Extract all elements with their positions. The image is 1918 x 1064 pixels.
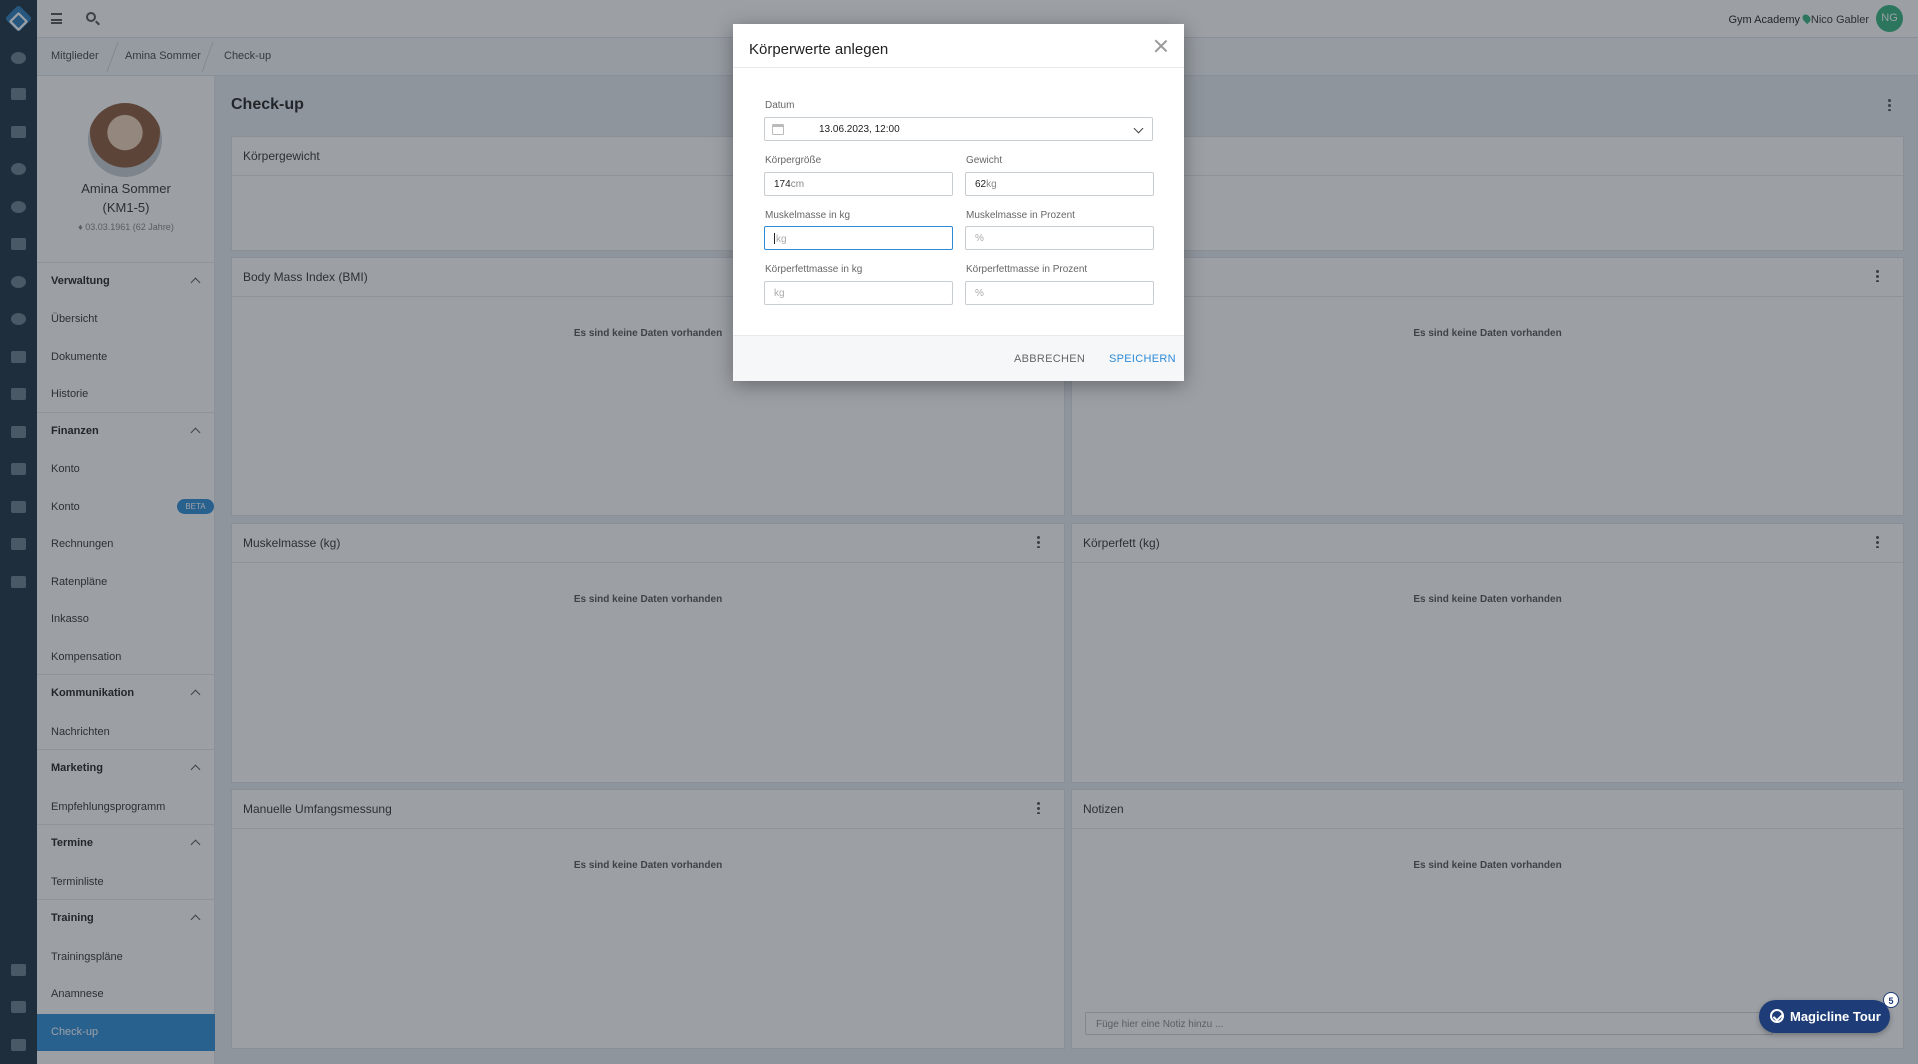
check-circle-icon xyxy=(1770,1009,1784,1023)
weight-unit: kg xyxy=(986,179,997,190)
dialog-divider xyxy=(733,67,1184,68)
body-values-dialog: Körperwerte anlegen Datum 13.06.2023, 12… xyxy=(733,24,1184,381)
height-label: Körpergröße xyxy=(765,155,822,166)
fat-pct-field[interactable]: % xyxy=(965,281,1154,305)
weight-label: Gewicht xyxy=(966,155,1003,166)
date-select[interactable]: 13.06.2023, 12:00 xyxy=(764,117,1153,141)
close-icon[interactable] xyxy=(1153,38,1169,54)
save-button[interactable]: SPEICHERN xyxy=(1109,353,1176,365)
tour-count-badge: 5 xyxy=(1883,992,1899,1008)
muscle-kg-label: Muskelmasse in kg xyxy=(765,210,851,221)
height-unit: cm xyxy=(790,179,805,190)
fat-kg-field[interactable]: kg xyxy=(764,281,953,305)
fat-pct-label: Körperfettmasse in Prozent xyxy=(966,264,1088,275)
text-cursor xyxy=(774,233,775,244)
date-label: Datum xyxy=(765,100,795,111)
height-value: 174 xyxy=(774,179,791,190)
weight-value: 62 xyxy=(975,179,987,190)
cancel-button[interactable]: ABBRECHEN xyxy=(1014,353,1085,365)
muscle-kg-placeholder: kg xyxy=(776,234,787,245)
tour-label: Magicline Tour xyxy=(1790,1009,1881,1024)
chevron-down-icon xyxy=(1133,123,1144,134)
muscle-pct-placeholder: % xyxy=(975,233,984,244)
fat-pct-placeholder: % xyxy=(975,288,984,299)
date-value: 13.06.2023, 12:00 xyxy=(819,124,900,135)
calendar-icon xyxy=(772,124,784,135)
muscle-kg-field[interactable]: kg xyxy=(764,226,953,250)
height-field[interactable]: 174cm xyxy=(764,172,953,196)
magicline-tour-button[interactable]: Magicline Tour 5 xyxy=(1759,992,1899,1033)
dialog-footer: ABBRECHEN SPEICHERN xyxy=(733,335,1184,381)
weight-field[interactable]: 62kg xyxy=(965,172,1154,196)
dialog-title: Körperwerte anlegen xyxy=(749,41,889,58)
muscle-pct-field[interactable]: % xyxy=(965,226,1154,250)
fat-kg-label: Körperfettmasse in kg xyxy=(765,264,863,275)
muscle-pct-label: Muskelmasse in Prozent xyxy=(966,210,1075,221)
fat-kg-placeholder: kg xyxy=(774,288,785,299)
